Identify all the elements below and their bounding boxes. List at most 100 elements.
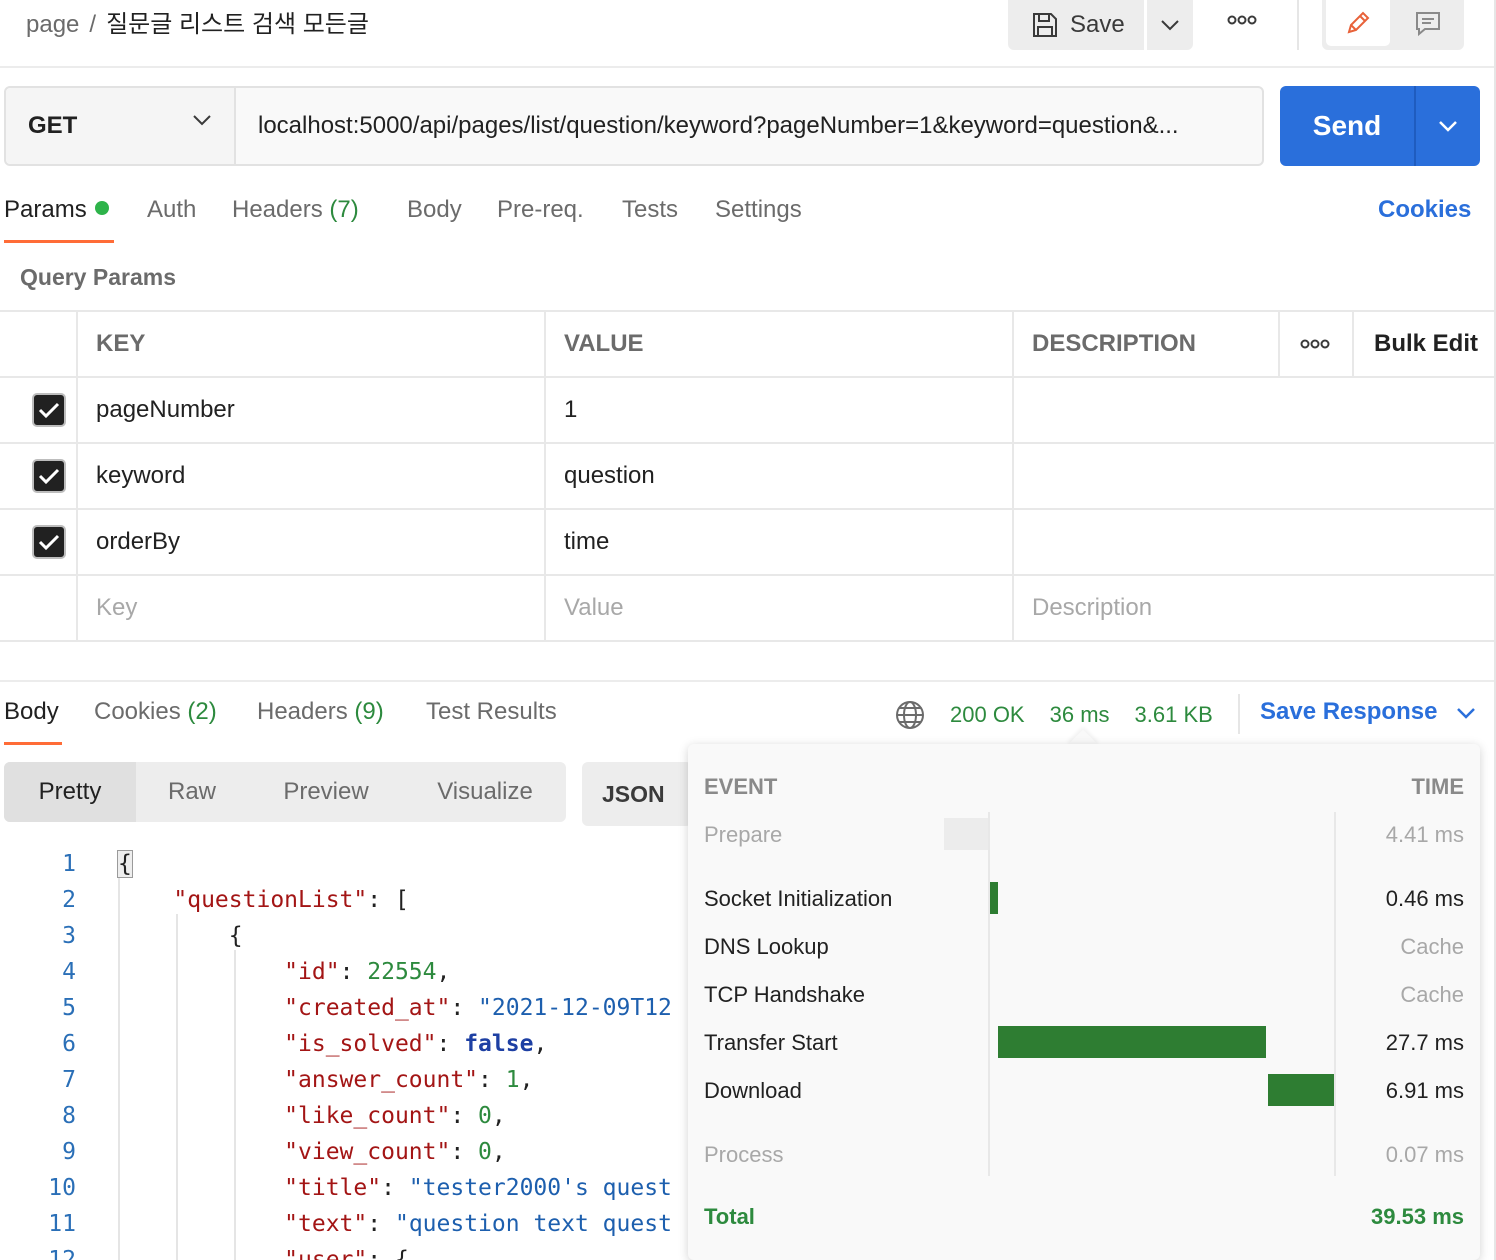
param-key[interactable]: keyword <box>78 444 546 508</box>
time-header: TIME <box>1411 774 1464 799</box>
json-value: 0 <box>478 1103 492 1129</box>
check-icon <box>38 468 60 485</box>
tab-resp-headers-label: Headers <box>257 698 348 725</box>
tab-test-results[interactable]: Test Results <box>426 698 557 726</box>
new-key-input[interactable]: Key <box>78 576 546 640</box>
more-icon <box>1227 15 1257 25</box>
code-line: 6 "is_solved": false, <box>0 1026 690 1062</box>
code-line: 2 "questionList": [ <box>0 882 690 918</box>
json-key: "id" <box>284 959 340 985</box>
row-checkbox[interactable] <box>0 378 78 442</box>
event-tcp-handshake: TCP Handshake <box>704 982 866 1007</box>
send-button[interactable]: Send <box>1280 86 1414 166</box>
timeline-end-line <box>1334 812 1336 1176</box>
language-select[interactable]: JSON <box>582 762 692 826</box>
new-param-row: Key Value Description <box>0 576 1496 642</box>
tab-params-label: Params <box>4 196 87 223</box>
save-button[interactable]: Save <box>1008 0 1144 50</box>
param-key[interactable]: orderBy <box>78 510 546 574</box>
format-preview[interactable]: Preview <box>248 762 404 822</box>
save-response-button[interactable]: Save Response <box>1260 698 1476 726</box>
event-transfer-start: Transfer Start <box>704 1030 838 1055</box>
checkbox-checked[interactable] <box>32 459 66 493</box>
bulk-edit-button[interactable]: Bulk Edit <box>1354 312 1496 376</box>
check-icon <box>38 534 60 551</box>
save-icon <box>1033 13 1057 37</box>
json-value: 0 <box>478 1139 492 1165</box>
cookies-link[interactable]: Cookies <box>1378 196 1471 224</box>
format-raw[interactable]: Raw <box>136 762 248 822</box>
param-description[interactable] <box>1014 510 1496 574</box>
line-number: 9 <box>62 1139 76 1165</box>
pane-divider[interactable] <box>0 680 1496 682</box>
tab-params[interactable]: Params <box>4 196 109 224</box>
url-input[interactable]: localhost:5000/api/pages/list/question/k… <box>258 88 1250 164</box>
row-checkbox[interactable] <box>0 444 78 508</box>
format-visualize[interactable]: Visualize <box>404 762 566 822</box>
save-response-label: Save Response <box>1260 698 1438 725</box>
tab-headers[interactable]: Headers (7) <box>232 196 359 224</box>
new-value-input[interactable]: Value <box>546 576 1014 640</box>
param-description[interactable] <box>1014 444 1496 508</box>
checkbox-checked[interactable] <box>32 393 66 427</box>
tab-cookies-count: (2) <box>187 698 217 725</box>
timing-bar-socket <box>990 882 998 914</box>
breadcrumb-root[interactable]: page <box>26 11 79 38</box>
param-value[interactable]: 1 <box>546 378 1014 442</box>
tab-response-headers[interactable]: Headers (9) <box>257 698 384 726</box>
check-icon <box>38 402 60 419</box>
code-line: 9 "view_count": 0, <box>0 1134 690 1170</box>
tab-settings[interactable]: Settings <box>715 196 802 224</box>
chevron-down-icon <box>1161 20 1179 31</box>
row-checkbox[interactable] <box>0 510 78 574</box>
request-name[interactable]: 질문글 리스트 검색 모든글 <box>106 11 369 38</box>
toolbar-separator <box>1297 0 1299 50</box>
response-size[interactable]: 3.61 KB <box>1135 702 1213 728</box>
save-options-button[interactable] <box>1147 0 1193 50</box>
new-description-input[interactable]: Description <box>1014 576 1496 640</box>
event-process: Process <box>704 1142 784 1167</box>
tab-prereq[interactable]: Pre-req. <box>497 196 584 224</box>
param-value[interactable]: time <box>546 510 1014 574</box>
tab-body[interactable]: Body <box>407 196 462 224</box>
param-description[interactable] <box>1014 378 1496 442</box>
line-number: 5 <box>62 995 76 1021</box>
edit-mode-button[interactable] <box>1326 0 1390 46</box>
time-tcp-handshake: Cache <box>1400 982 1464 1007</box>
tab-headers-label: Headers <box>232 196 323 223</box>
param-value[interactable]: question <box>546 444 1014 508</box>
documentation-button[interactable] <box>1396 0 1460 46</box>
more-options-button[interactable] <box>1222 8 1262 32</box>
response-body-editor[interactable]: 1{ 2 "questionList": [ 3 { 4 "id": 22554… <box>0 842 690 1260</box>
chevron-down-icon <box>1457 708 1475 719</box>
param-key[interactable]: pageNumber <box>78 378 546 442</box>
timeline-start-line <box>988 812 990 1176</box>
tab-response-body[interactable]: Body <box>4 698 59 726</box>
json-key: "like_count" <box>284 1103 451 1129</box>
timing-bar-transfer-start <box>998 1026 1266 1058</box>
method-select[interactable]: GET <box>6 88 236 164</box>
line-number: 8 <box>62 1103 76 1129</box>
table-row: pageNumber 1 <box>0 378 1496 444</box>
json-key: "view_count" <box>284 1139 451 1165</box>
table-more-button[interactable] <box>1280 312 1354 376</box>
format-tabs: Pretty Raw Preview Visualize <box>4 762 566 822</box>
tab-auth[interactable]: Auth <box>147 196 196 224</box>
send-options-button[interactable] <box>1416 86 1480 166</box>
event-socket-initialization: Socket Initialization <box>704 886 893 911</box>
globe-icon[interactable] <box>894 699 926 731</box>
more-icon <box>1300 339 1330 349</box>
status-code[interactable]: 200 OK <box>950 702 1025 728</box>
format-pretty[interactable]: Pretty <box>4 762 136 822</box>
table-row: keyword question <box>0 444 1496 510</box>
tab-response-cookies[interactable]: Cookies (2) <box>94 698 217 726</box>
code-line: 12 "user": { <box>0 1242 690 1260</box>
timing-bar-prepare <box>944 818 988 850</box>
tab-tests[interactable]: Tests <box>622 196 678 224</box>
active-tab-underline <box>4 742 62 745</box>
code-line: 3 { <box>0 918 690 954</box>
checkbox-checked[interactable] <box>32 525 66 559</box>
json-key: "answer_count" <box>284 1067 479 1093</box>
response-time[interactable]: 36 ms <box>1050 702 1110 728</box>
json-value: "2021-12-09T12 <box>478 995 672 1021</box>
